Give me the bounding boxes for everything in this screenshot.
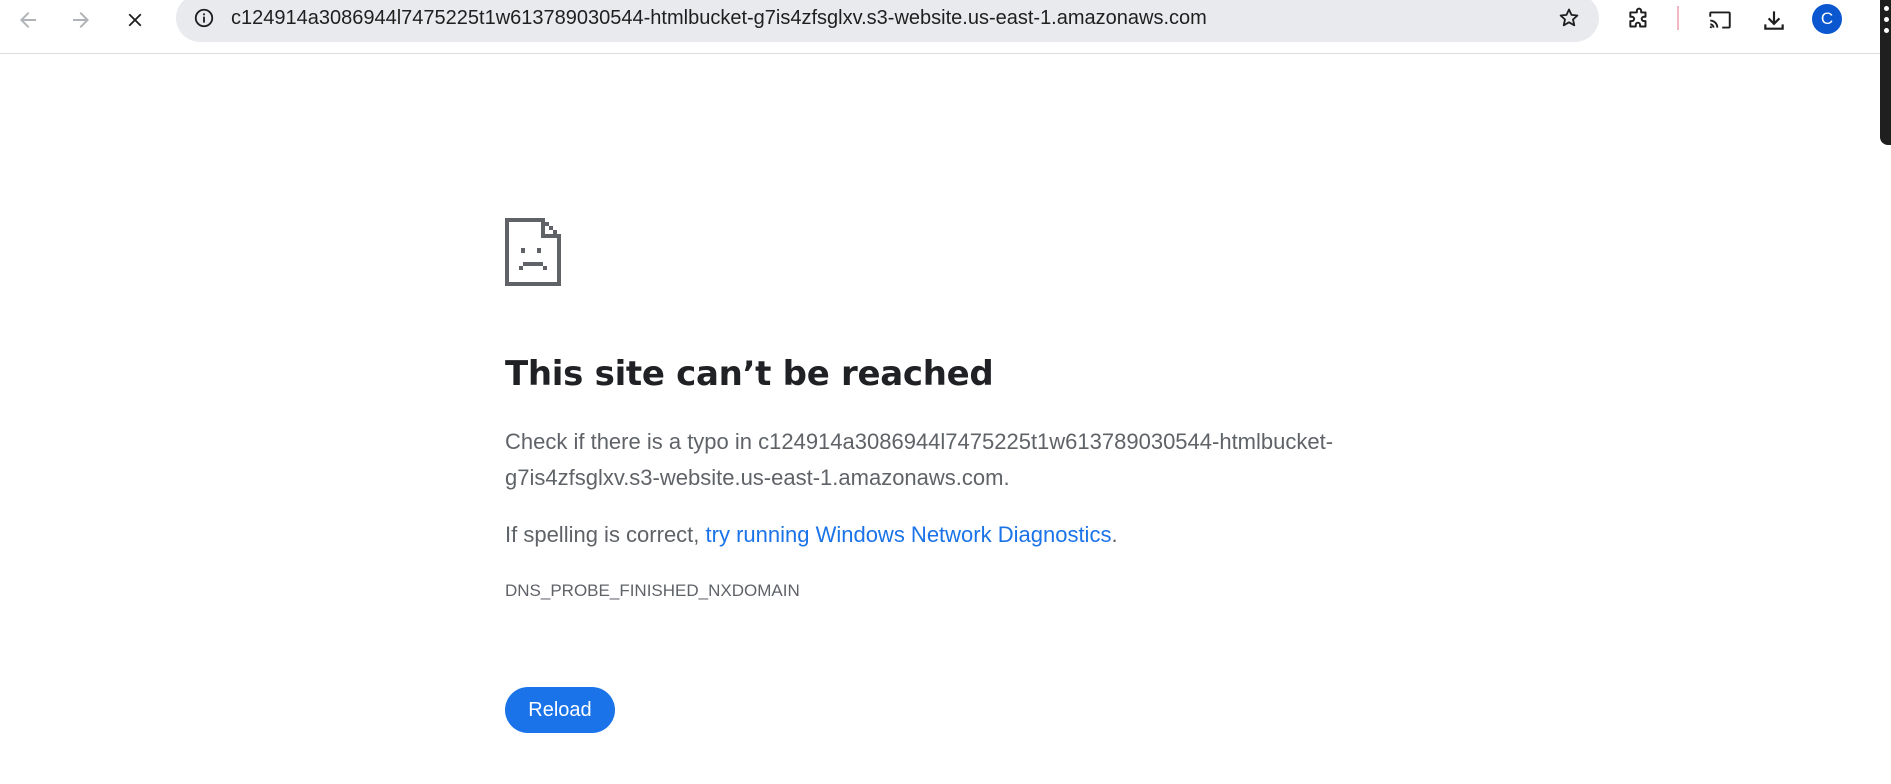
extensions-button[interactable] bbox=[1621, 2, 1657, 38]
address-bar[interactable]: c124914a3086944l7475225t1w613789030544-h… bbox=[176, 0, 1599, 42]
stop-button[interactable] bbox=[117, 2, 153, 38]
sad-document-icon bbox=[505, 218, 561, 286]
menu-dot bbox=[1884, 17, 1889, 22]
puzzle-icon bbox=[1629, 7, 1647, 28]
network-diagnostics-link[interactable]: try running Windows Network Diagnostics bbox=[706, 522, 1112, 547]
back-button[interactable] bbox=[10, 2, 46, 38]
cast-button[interactable] bbox=[1702, 2, 1738, 38]
star-icon bbox=[1559, 8, 1579, 27]
forward-button[interactable] bbox=[63, 2, 99, 38]
toolbar-divider bbox=[1677, 6, 1679, 30]
error-suggestion: If spelling is correct, try running Wind… bbox=[505, 517, 1118, 553]
menu-dot bbox=[1884, 6, 1889, 11]
error-code: DNS_PROBE_FINISHED_NXDOMAIN bbox=[505, 581, 800, 600]
site-info-button[interactable] bbox=[188, 2, 220, 34]
download-icon bbox=[1764, 11, 1784, 30]
error-description-line: g7is4zfsglxv.s3-website.us-east-1.amazon… bbox=[505, 465, 1010, 490]
arrow-left-icon bbox=[20, 12, 36, 28]
close-icon bbox=[128, 13, 142, 27]
browser-toolbar: c124914a3086944l7475225t1w613789030544-h… bbox=[0, 0, 1891, 145]
reload-button[interactable]: Reload bbox=[505, 687, 615, 733]
suggestion-prefix: If spelling is correct, bbox=[505, 522, 706, 547]
error-title: This site can’t be reached bbox=[505, 354, 994, 394]
error-description-line: Check if there is a typo in c124914a3086… bbox=[505, 429, 1334, 454]
arrow-right-icon bbox=[73, 12, 89, 28]
error-description: Check if there is a typo in c124914a3086… bbox=[505, 424, 1385, 496]
profile-avatar[interactable]: C bbox=[1812, 4, 1842, 34]
info-icon bbox=[194, 8, 214, 28]
menu-handle[interactable] bbox=[1880, 0, 1891, 145]
menu-dot bbox=[1884, 28, 1889, 33]
cast-icon bbox=[1709, 11, 1731, 29]
downloads-button[interactable] bbox=[1756, 2, 1792, 38]
bookmark-button[interactable] bbox=[1553, 2, 1585, 34]
url-text[interactable]: c124914a3086944l7475225t1w613789030544-h… bbox=[231, 0, 1207, 42]
suggestion-suffix: . bbox=[1111, 522, 1118, 547]
